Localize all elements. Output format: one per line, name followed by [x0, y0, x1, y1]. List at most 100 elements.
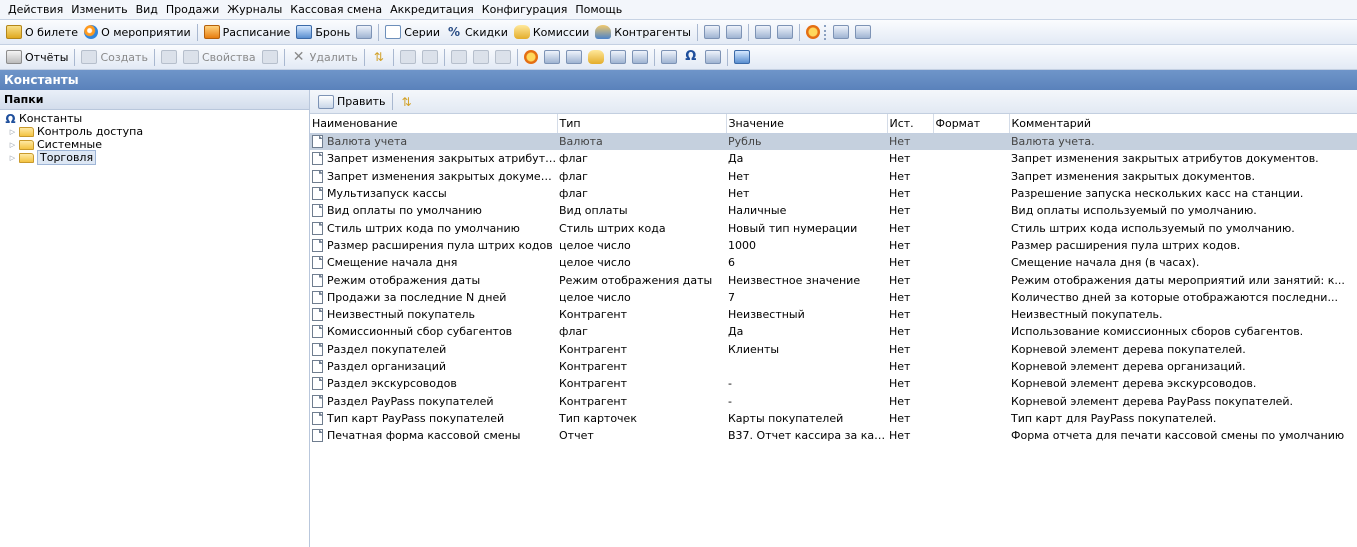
booking-button[interactable]: Бронь — [293, 22, 353, 43]
document-icon — [312, 238, 323, 252]
constants-button[interactable]: Ω — [680, 47, 702, 68]
tree-item-access-control[interactable]: ▷ Контроль доступа — [0, 125, 309, 138]
row-name-label: Раздел организаций — [327, 360, 447, 373]
grid-refresh-button[interactable]: ⇅ — [396, 91, 418, 112]
cell-value: 1000 — [728, 238, 756, 252]
column-header-name[interactable]: Наименование — [310, 114, 558, 134]
cell-format — [933, 323, 1009, 340]
expand-icon[interactable]: ▷ — [8, 141, 17, 149]
menu-sales[interactable]: Продажи — [162, 3, 223, 16]
table-row[interactable]: Раздел PayPass покупателей Контрагент - Нет… — [310, 392, 1357, 409]
column-header-value[interactable]: Значение — [726, 114, 888, 134]
table-row[interactable]: Режим отображения даты Режим отображения … — [310, 271, 1357, 288]
ticket-info-button[interactable]: О билете — [3, 22, 81, 43]
settings-button[interactable] — [702, 47, 724, 68]
column-header-type[interactable]: Тип — [557, 114, 727, 134]
table-row[interactable]: Вид оплаты по умолчанию Вид оплаты Наличны… — [310, 202, 1357, 219]
table-row[interactable]: Валюта учета Валюта Рубль Нет Валюта учета. — [310, 133, 1357, 151]
column-header-format[interactable]: Формат — [933, 114, 1010, 134]
tool-5-button[interactable] — [607, 47, 629, 68]
table-row[interactable]: Мультизапуск кассы флаг Нет Нет Разрешение з… — [310, 185, 1357, 202]
tree-item-trade[interactable]: ▷ Торговля — [0, 150, 309, 165]
menu-edit[interactable]: Изменить — [67, 3, 131, 16]
terminal-button[interactable] — [774, 22, 796, 43]
menu-accreditation[interactable]: Аккредитация — [386, 3, 478, 16]
delete-button[interactable]: ✕ Удалить — [288, 47, 361, 68]
schedule-button[interactable]: Расписание — [201, 22, 294, 43]
table-row[interactable]: Тип карт PayPass покупателей Тип карточек… — [310, 410, 1357, 427]
table-row[interactable]: Неизвестный покупатель Контрагент Неизвест… — [310, 306, 1357, 323]
status-button[interactable] — [803, 22, 823, 43]
refresh-button[interactable]: ⇅ — [368, 47, 390, 68]
barcode-button[interactable] — [752, 22, 774, 43]
cut-button[interactable] — [448, 47, 470, 68]
screen-button[interactable] — [852, 22, 874, 43]
table-row[interactable]: Раздел покупателей Контрагент Клиенты Нет Ко… — [310, 341, 1357, 358]
menu-help[interactable]: Помощь — [571, 3, 626, 16]
table-header-row: Наименование Тип Значение Ист. Формат Ко… — [310, 114, 1357, 134]
document-icon — [312, 135, 323, 149]
table-row[interactable]: Размер расширения пула штрих кодов целое … — [310, 237, 1357, 254]
event-info-button[interactable]: О мероприятии — [81, 22, 194, 43]
table-row[interactable]: Смещение начала дня целое число 6 Нет Смещен… — [310, 254, 1357, 271]
tool-2-button[interactable] — [541, 47, 563, 68]
menu-journals[interactable]: Журналы — [223, 3, 286, 16]
table-row[interactable]: Печатная форма кассовой смены Отчет В37. О… — [310, 427, 1357, 444]
cell-source: Нет — [889, 204, 911, 218]
save-button[interactable] — [259, 47, 281, 68]
cell-type: Валюта — [557, 133, 726, 151]
table-row[interactable]: Запрет изменения закрытых атрибуто... фла… — [310, 150, 1357, 167]
cell-source: Нет — [889, 308, 911, 322]
window-button[interactable] — [723, 22, 745, 43]
chart-button[interactable] — [701, 22, 723, 43]
column-header-comment[interactable]: Комментарий — [1009, 114, 1357, 134]
table-row[interactable]: Раздел организаций Контрагент Нет Корневой … — [310, 358, 1357, 375]
tickets-print-button[interactable] — [353, 22, 375, 43]
calendar-button[interactable] — [658, 47, 680, 68]
tool-6-button[interactable] — [629, 47, 651, 68]
cell-comment: Корневой элемент дерева экскурсоводов. — [1011, 377, 1257, 391]
tool-1-button[interactable] — [521, 47, 541, 68]
cell-type: флаг — [559, 187, 588, 201]
reports-button[interactable]: Отчёты — [3, 47, 71, 68]
cell-value: Нет — [728, 169, 750, 183]
cell-comment: Запрет изменения закрытых документов. — [1011, 169, 1255, 183]
check-button[interactable] — [830, 22, 852, 43]
menu-configuration[interactable]: Конфигурация — [478, 3, 572, 16]
paste-button[interactable] — [492, 47, 514, 68]
print-button[interactable] — [419, 47, 441, 68]
open-button[interactable] — [158, 47, 180, 68]
cell-comment: Стиль штрих кода используемый по умолчан… — [1011, 221, 1295, 235]
properties-icon — [182, 50, 199, 64]
preview-button[interactable] — [397, 47, 419, 68]
tool-4-button[interactable] — [585, 47, 607, 68]
menu-actions[interactable]: Действия — [4, 3, 67, 16]
table-row[interactable]: Стиль штрих кода по умолчанию Стиль штрих… — [310, 219, 1357, 236]
expand-icon[interactable]: ▷ — [8, 128, 17, 136]
omega-icon: Ω — [5, 111, 16, 126]
menu-cash-shift[interactable]: Кассовая смена — [286, 3, 386, 16]
contractors-button[interactable]: Контрагенты — [592, 22, 694, 43]
discounts-button[interactable]: % Скидки — [443, 22, 511, 43]
table-row[interactable]: Комиссионный сбор субагентов флаг Да Нет Исп… — [310, 323, 1357, 340]
toolbar-grip[interactable] — [823, 24, 827, 40]
table-row[interactable]: Продажи за последние N дней целое число 7 Н… — [310, 289, 1357, 306]
help-button[interactable] — [731, 47, 753, 68]
cell-comment: Корневой элемент дерева PayPass покупате… — [1011, 394, 1294, 408]
ticket-icon — [6, 25, 22, 39]
tree-root[interactable]: Ω Константы — [0, 111, 309, 126]
edit-button[interactable]: Править — [315, 91, 389, 112]
table-row[interactable]: Раздел экскурсоводов Контрагент - Нет Корнев… — [310, 375, 1357, 392]
commissions-button[interactable]: Комиссии — [511, 22, 592, 43]
column-header-source[interactable]: Ист. — [887, 114, 934, 134]
tool-3-button[interactable] — [563, 47, 585, 68]
create-button[interactable]: Создать — [78, 47, 151, 68]
cell-type: флаг — [559, 152, 588, 166]
expand-icon[interactable]: ▷ — [8, 154, 17, 162]
series-button[interactable]: Серии — [382, 22, 443, 43]
properties-button[interactable]: Свойства — [180, 47, 259, 68]
table-row[interactable]: Запрет изменения закрытых документов флаг… — [310, 168, 1357, 185]
menu-view[interactable]: Вид — [132, 3, 162, 16]
toolbar-separator — [153, 48, 155, 66]
copy-button[interactable] — [470, 47, 492, 68]
